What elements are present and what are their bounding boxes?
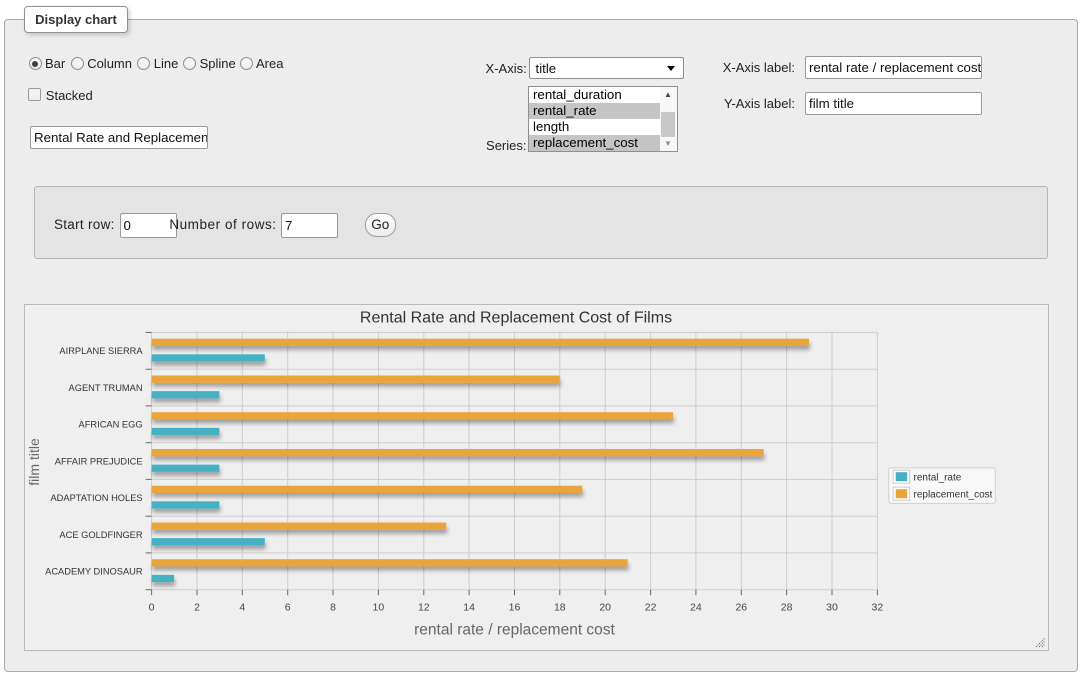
svg-text:14: 14 (463, 602, 475, 614)
svg-text:18: 18 (554, 602, 566, 614)
svg-text:20: 20 (599, 602, 611, 614)
svg-text:16: 16 (509, 602, 521, 614)
svg-text:ACE GOLDFINGER: ACE GOLDFINGER (59, 530, 142, 540)
svg-text:8: 8 (330, 602, 336, 614)
svg-text:0: 0 (149, 602, 155, 614)
svg-text:Rental Rate and Replacement Co: Rental Rate and Replacement Cost of Film… (360, 310, 672, 327)
svg-text:AFRICAN EGG: AFRICAN EGG (79, 420, 143, 430)
svg-text:6: 6 (285, 602, 291, 614)
svg-text:2: 2 (194, 602, 200, 614)
svg-text:rental rate / replacement cost: rental rate / replacement cost (414, 622, 615, 639)
svg-text:28: 28 (781, 602, 793, 614)
svg-text:AGENT TRUMAN: AGENT TRUMAN (69, 383, 143, 393)
svg-text:ADAPTATION HOLES: ADAPTATION HOLES (50, 493, 142, 503)
svg-text:4: 4 (239, 602, 245, 614)
svg-text:ACADEMY DINOSAUR: ACADEMY DINOSAUR (45, 567, 143, 577)
svg-text:22: 22 (645, 602, 657, 614)
svg-text:12: 12 (418, 602, 430, 614)
svg-text:film title: film title (26, 438, 42, 486)
svg-text:AFFAIR PREJUDICE: AFFAIR PREJUDICE (55, 456, 143, 466)
svg-text:rental_rate: rental_rate (914, 473, 962, 484)
svg-text:30: 30 (826, 602, 838, 614)
svg-text:replacement_cost: replacement_cost (914, 490, 993, 501)
svg-text:24: 24 (690, 602, 702, 614)
svg-text:26: 26 (735, 602, 747, 614)
svg-text:AIRPLANE SIERRA: AIRPLANE SIERRA (59, 346, 143, 356)
svg-text:10: 10 (373, 602, 385, 614)
svg-text:32: 32 (872, 602, 884, 614)
